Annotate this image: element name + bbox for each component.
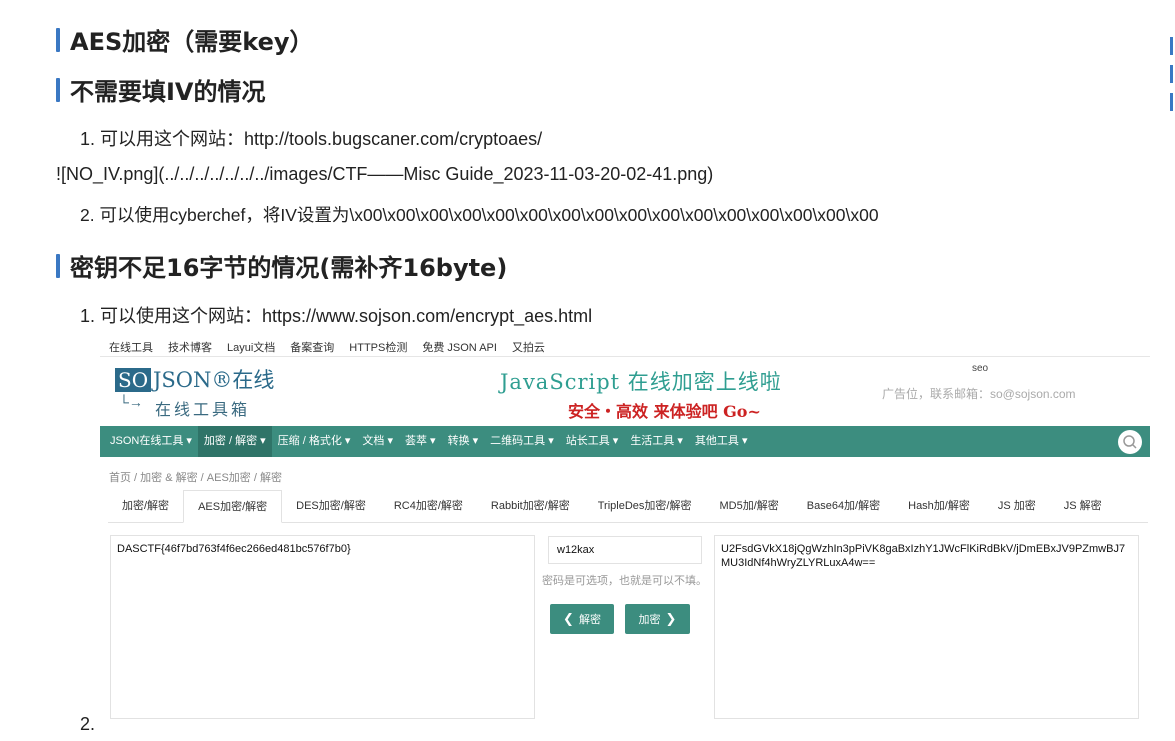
tab-rabbit[interactable]: Rabbit加密/解密 (477, 490, 584, 523)
logo-subtitle: 在线工具箱 (155, 400, 251, 419)
plaintext-textarea[interactable]: DASCTF{46f7bd763f4f6ec266ed481bc576f7b0} (110, 535, 535, 719)
heading-marker (56, 253, 60, 278)
tab-hash[interactable]: Hash加/解密 (894, 490, 984, 523)
menu-compress-format[interactable]: 压缩 / 格式化 ▾ (272, 426, 357, 457)
right-edge-markers (1170, 37, 1173, 121)
heading-text: 不需要填IV的情况 (70, 78, 266, 106)
heading-no-iv: 不需要填IV的情况 (56, 72, 266, 107)
encrypt-label: 加密 (638, 614, 661, 626)
promo-banner-title[interactable]: JavaScript 在线加密上线啦 (500, 366, 782, 396)
menu-webmaster-tools[interactable]: 站长工具 ▾ (560, 426, 625, 457)
topnav-link[interactable]: 备案查询 (290, 339, 334, 355)
logo-so: SO (115, 368, 152, 392)
list-item-2: 2. 可以使用cyberchef，将IV设置为\x00\x00\x00\x00\… (80, 205, 879, 225)
seo-label: seo (972, 363, 989, 374)
image-markdown-line: ![NO_IV.png](../../../../../../../images… (56, 164, 714, 184)
chevron-right-icon: ❯ (665, 611, 677, 626)
key-hint: 密码是可选项，也就是可以不填。 (542, 575, 707, 587)
promo-banner-subtitle[interactable]: 安全・高效 来体验吧 Go~ (568, 398, 761, 422)
list-item-1: 1. 可以用这个网站：http://tools.bugscaner.com/cr… (80, 129, 543, 149)
menu-collection[interactable]: 荟萃 ▾ (399, 426, 442, 457)
topnav-link[interactable]: 技术博客 (168, 339, 212, 355)
tab-md5[interactable]: MD5加/解密 (705, 490, 792, 523)
decrypt-button[interactable]: ❮ 解密 (550, 604, 614, 634)
tool-tabs: 加密/解密 AES加密/解密 DES加密/解密 RC4加密/解密 Rabbit加… (108, 490, 1148, 523)
heading-text: AES加密（需要key） (70, 28, 314, 56)
ciphertext-textarea[interactable]: U2FsdGVkX18jQgWzhIn3pPiVK8gaBxIzhY1JWcFl… (714, 535, 1139, 719)
tab-des[interactable]: DES加密/解密 (282, 490, 380, 523)
heading-marker (56, 27, 60, 52)
menu-docs[interactable]: 文档 ▾ (356, 426, 399, 457)
topnav-link[interactable]: 免费 JSON API (422, 339, 497, 355)
menu-other-tools[interactable]: 其他工具 ▾ (689, 426, 754, 457)
list-item-4: 2. (80, 714, 96, 734)
encrypt-button[interactable]: 加密 ❯ (625, 604, 690, 634)
ad-placeholder: 广告位，联系邮箱：so@sojson.com (882, 387, 1076, 401)
divider (100, 356, 1150, 357)
tab-rc4[interactable]: RC4加密/解密 (380, 490, 477, 523)
search-icon[interactable] (1118, 430, 1142, 454)
logo-arrow-icon: └→ (119, 394, 143, 410)
tab-encrypt-decrypt[interactable]: 加密/解密 (108, 490, 183, 523)
embedded-screenshot: 在线工具 技术博客 Layui文档 备案查询 HTTPS检测 免费 JSON A… (100, 336, 1150, 726)
site-top-nav: 在线工具 技术博客 Layui文档 备案查询 HTTPS检测 免费 JSON A… (109, 339, 545, 355)
decrypt-label: 解密 (578, 614, 601, 626)
menu-json-tools[interactable]: JSON在线工具 ▾ (104, 426, 198, 457)
menu-encrypt-decrypt[interactable]: 加密 / 解密 ▾ (197, 426, 272, 457)
heading-aes-encryption: AES加密（需要key） (56, 22, 314, 57)
menu-qrcode-tools[interactable]: 二维码工具 ▾ (484, 426, 560, 457)
breadcrumb: 首页 / 加密 & 解密 / AES加密 / 解密 (109, 472, 282, 484)
topnav-link[interactable]: Layui文档 (227, 339, 275, 355)
key-input[interactable]: w12kax (548, 536, 702, 564)
chevron-left-icon: ❮ (563, 611, 574, 626)
logo-json: JSON®在线 (153, 368, 275, 392)
topnav-link[interactable]: 在线工具 (109, 339, 153, 355)
site-logo[interactable]: SO JSON®在线 └→ 在线工具箱 (115, 366, 295, 422)
tab-js-decrypt[interactable]: JS 解密 (1050, 490, 1116, 523)
topnav-link[interactable]: 又拍云 (512, 339, 545, 355)
main-menu-bar: JSON在线工具 ▾ 加密 / 解密 ▾ 压缩 / 格式化 ▾ 文档 ▾ 荟萃 … (100, 426, 1150, 457)
heading-marker (56, 77, 60, 102)
menu-convert[interactable]: 转换 ▾ (442, 426, 485, 457)
tab-tripledes[interactable]: TripleDes加密/解密 (584, 490, 706, 523)
tab-js-encrypt[interactable]: JS 加密 (984, 490, 1050, 523)
menu-life-tools[interactable]: 生活工具 ▾ (624, 426, 689, 457)
topnav-link[interactable]: HTTPS检测 (349, 339, 407, 355)
heading-text: 密钥不足16字节的情况(需补齐16byte) (70, 254, 508, 282)
tab-aes[interactable]: AES加密/解密 (183, 490, 283, 523)
heading-key-padding: 密钥不足16字节的情况(需补齐16byte) (56, 248, 507, 283)
tab-base64[interactable]: Base64加/解密 (793, 490, 894, 523)
list-item-3: 1. 可以使用这个网站：https://www.sojson.com/encry… (80, 306, 593, 326)
